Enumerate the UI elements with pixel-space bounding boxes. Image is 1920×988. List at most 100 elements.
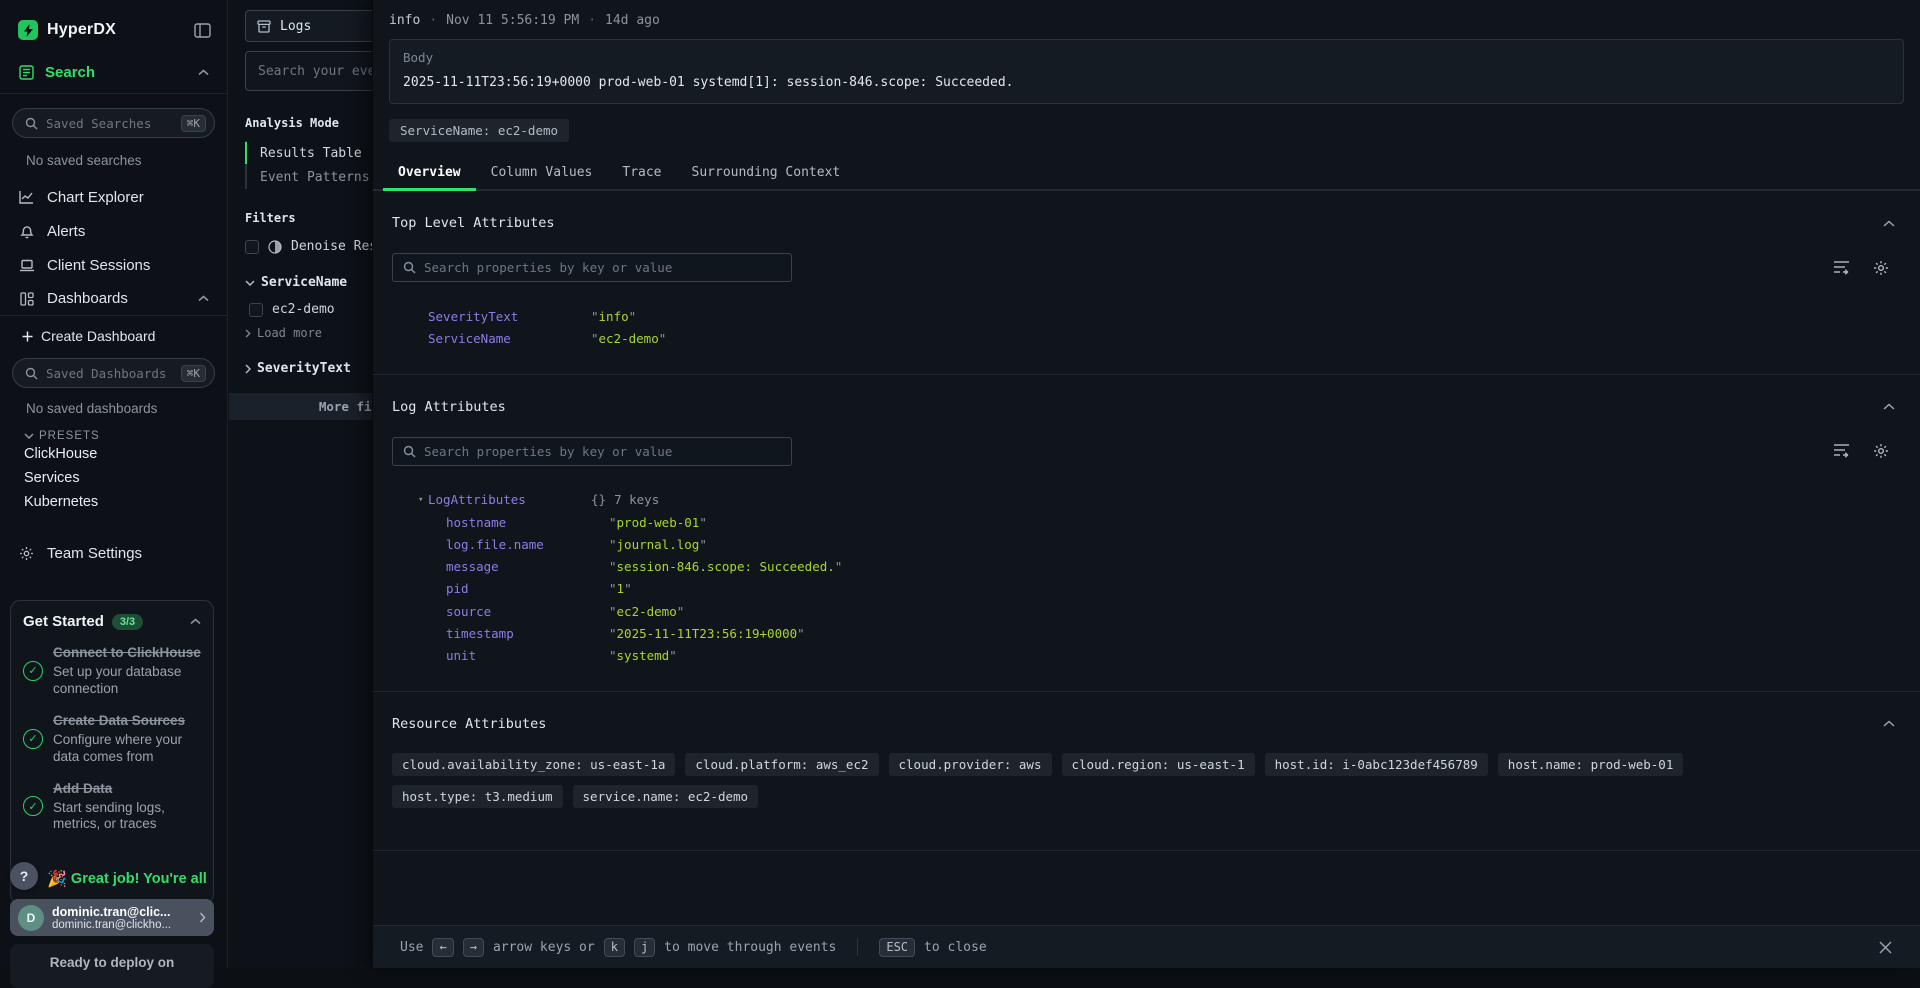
section-title: Top Level Attributes	[392, 215, 555, 231]
resource-chip[interactable]: cloud.provider: aws	[889, 753, 1052, 776]
attribute-value[interactable]: ec2-demo	[591, 331, 666, 346]
chevron-down-icon	[24, 433, 34, 439]
gear-icon	[18, 546, 35, 561]
attribute-value[interactable]: 2025-11-11T23:56:19+0000	[609, 626, 805, 641]
keys-count: 7 keys	[614, 492, 659, 507]
property-search-box	[392, 437, 792, 466]
chevron-up-icon[interactable]	[198, 295, 209, 302]
check-circle-icon: ✓	[23, 796, 43, 816]
attribute-key[interactable]: timestamp	[446, 626, 609, 641]
service-name-chip[interactable]: ServiceName: ec2-demo	[389, 119, 569, 142]
attribute-key[interactable]: SeverityText	[428, 309, 591, 324]
deploy-banner[interactable]: Ready to deploy on	[10, 944, 214, 988]
attribute-value[interactable]: session-846.scope: Succeeded.	[609, 559, 842, 574]
sidebar-item-alerts[interactable]: Alerts	[0, 214, 227, 248]
resource-chip[interactable]: service.name: ec2-demo	[573, 785, 759, 808]
attribute-tree-root[interactable]: ▾ LogAttributes {}7 keys	[392, 489, 1901, 511]
property-search-input[interactable]	[424, 260, 781, 275]
chevron-up-icon[interactable]	[1883, 720, 1895, 727]
attribute-value[interactable]: systemd	[609, 648, 677, 663]
gear-icon[interactable]	[1873, 443, 1889, 459]
hyperdx-logo-icon	[18, 20, 38, 40]
attribute-row: message session-846.scope: Succeeded.	[392, 555, 1901, 577]
avatar: D	[18, 905, 44, 931]
resource-chip[interactable]: cloud.platform: aws_ec2	[685, 753, 878, 776]
tab-trace[interactable]: Trace	[607, 156, 676, 191]
chevron-up-icon[interactable]	[1883, 403, 1895, 410]
resource-chip[interactable]: host.id: i-0abc123def456789	[1265, 753, 1488, 776]
checklist-item-connect[interactable]: ✓ Connect to ClickHouse Set up your data…	[23, 644, 201, 698]
saved-searches-input[interactable]	[46, 116, 173, 131]
attribute-key[interactable]: unit	[446, 648, 609, 663]
attribute-key[interactable]: message	[446, 559, 609, 574]
close-icon[interactable]	[1878, 940, 1893, 955]
create-dashboard-button[interactable]: Create Dashboard	[0, 316, 227, 348]
resource-chip[interactable]: cloud.availability_zone: us-east-1a	[392, 753, 675, 776]
denoise-icon	[268, 240, 282, 254]
saved-searches-shortcut: ⌘K	[181, 115, 206, 132]
search-icon	[25, 367, 38, 380]
plus-icon	[22, 331, 33, 342]
resource-chip[interactable]: host.name: prod-web-01	[1498, 753, 1684, 776]
attribute-value[interactable]: 1	[609, 581, 632, 596]
preset-kubernetes[interactable]: Kubernetes	[24, 490, 227, 514]
get-started-complete-message: 🎉 Great job! You're all	[47, 869, 217, 889]
checklist-item-sources[interactable]: ✓ Create Data Sources Configure where yo…	[23, 712, 201, 766]
ec2-demo-checkbox[interactable]	[249, 303, 263, 317]
chart-icon	[18, 190, 35, 204]
attribute-row: ServiceName ec2-demo	[392, 327, 1901, 349]
footer-text: to move through events	[664, 940, 836, 955]
denoise-checkbox[interactable]	[245, 240, 259, 254]
party-emoji: 🎉	[47, 869, 67, 889]
esc-key: ESC	[879, 938, 915, 957]
resource-chip[interactable]: host.type: t3.medium	[392, 785, 563, 808]
event-timestamp: Nov 11 5:56:19 PM	[446, 13, 579, 28]
help-button[interactable]: ?	[10, 862, 38, 890]
checklist-item-add-data[interactable]: ✓ Add Data Start sending logs, metrics, …	[23, 780, 201, 834]
wrap-lines-icon[interactable]	[1833, 443, 1850, 459]
source-label: Logs	[280, 19, 311, 34]
tab-column-values[interactable]: Column Values	[476, 156, 608, 191]
get-started-progress-badge: 3/3	[112, 614, 143, 630]
chevron-up-icon[interactable]	[190, 618, 201, 625]
chevron-up-icon[interactable]	[1883, 220, 1895, 227]
attribute-value[interactable]: ec2-demo	[609, 604, 684, 619]
sidebar-toggle-icon[interactable]	[194, 23, 211, 38]
sidebar-item-client-sessions[interactable]: Client Sessions	[0, 248, 227, 282]
attribute-row: SeverityText info	[392, 305, 1901, 327]
user-menu[interactable]: D dominic.tran@clic... dominic.tran@clic…	[10, 899, 214, 936]
attribute-key[interactable]: source	[446, 604, 609, 619]
attribute-key[interactable]: log.file.name	[446, 537, 609, 552]
tab-surrounding-context[interactable]: Surrounding Context	[677, 156, 856, 191]
attribute-value[interactable]: prod-web-01	[609, 515, 707, 530]
attribute-row: unit systemd	[392, 645, 1901, 667]
footer-divider	[857, 938, 858, 956]
saved-dashboards-input[interactable]	[46, 366, 173, 381]
attribute-key[interactable]: pid	[446, 581, 609, 596]
check-circle-icon: ✓	[23, 661, 43, 681]
laptop-icon	[18, 259, 35, 272]
gear-icon[interactable]	[1873, 260, 1889, 276]
property-search-input[interactable]	[424, 444, 781, 459]
wrap-lines-icon[interactable]	[1833, 260, 1850, 276]
sidebar-item-chart-explorer[interactable]: Chart Explorer	[0, 180, 227, 214]
attribute-row: hostname prod-web-01	[392, 511, 1901, 533]
resource-chip[interactable]: cloud.region: us-east-1	[1062, 753, 1255, 776]
attribute-key[interactable]: hostname	[446, 515, 609, 530]
sidebar-item-team-settings[interactable]: Team Settings	[0, 536, 227, 570]
tab-overview[interactable]: Overview	[383, 156, 476, 191]
object-badge: {}	[591, 492, 606, 507]
attribute-key[interactable]: ServiceName	[428, 331, 591, 346]
chevron-up-icon[interactable]	[198, 69, 209, 76]
preset-services[interactable]: Services	[24, 466, 227, 490]
user-email: dominic.tran@clickho...	[52, 919, 191, 931]
sidebar-item-dashboards[interactable]: Dashboards	[0, 282, 227, 316]
attribute-value[interactable]: journal.log	[609, 537, 707, 552]
preset-clickhouse[interactable]: ClickHouse	[24, 442, 227, 466]
attribute-value[interactable]: info	[591, 309, 636, 324]
footer-text: to close	[924, 940, 987, 955]
attribute-key[interactable]: LogAttributes	[428, 492, 591, 507]
event-relative-time: 14d ago	[605, 13, 660, 28]
presets-toggle[interactable]: PRESETS	[24, 430, 227, 442]
sidebar-item-search[interactable]: Search	[0, 50, 227, 94]
